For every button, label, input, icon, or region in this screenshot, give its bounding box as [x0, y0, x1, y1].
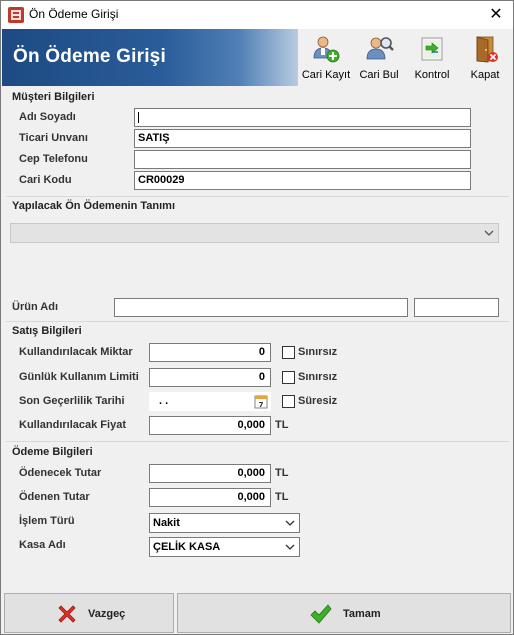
user-add-icon — [311, 34, 341, 64]
tarih-value: . . — [159, 395, 169, 407]
divider — [6, 441, 509, 442]
urun-adi-field[interactable] — [114, 298, 408, 317]
islem-turu-label: İşlem Türü — [19, 515, 75, 527]
chevron-down-icon — [285, 520, 295, 526]
sinirsiz-checkbox[interactable]: Sınırsız — [282, 346, 342, 360]
close-icon[interactable]: ✕ — [479, 1, 513, 29]
ticari-unvani-field[interactable]: SATIŞ — [134, 129, 471, 148]
adi-soyadi-label: Adı Soyadı — [19, 111, 76, 123]
window-title: Ön Ödeme Girişi — [29, 7, 119, 21]
odenen-label: Ödenen Tutar — [19, 491, 90, 503]
checkmark-icon — [310, 604, 332, 624]
fiyat-field[interactable]: 0,000 — [149, 416, 271, 435]
cari-bul-label: Cari Bul — [359, 69, 399, 81]
cari-bul-button[interactable]: Cari Bul — [354, 32, 404, 84]
miktar-label: Kullandırılacak Miktar — [19, 346, 133, 358]
miktar-field[interactable]: 0 — [149, 343, 271, 362]
chevron-down-icon — [484, 230, 494, 236]
kasa-adi-dropdown[interactable]: ÇELİK KASA — [149, 537, 300, 557]
tamam-button[interactable]: Tamam — [177, 593, 511, 633]
cep-telefonu-label: Cep Telefonu — [19, 153, 88, 165]
sinirsiz-label: Sınırsız — [298, 346, 338, 358]
divider — [6, 196, 509, 197]
fiyat-label: Kullandırılacak Fiyat — [19, 419, 126, 431]
musteri-section-title: Müşteri Bilgileri — [12, 91, 95, 103]
cari-kodu-label: Cari Kodu — [19, 174, 72, 186]
kasa-adi-label: Kasa Adı — [19, 539, 66, 551]
sinirsiz-limit-label: Sınırsız — [298, 371, 338, 383]
header-heading-bg: Ön Ödeme Girişi — [2, 29, 298, 86]
page-title: Ön Ödeme Girişi — [13, 46, 166, 67]
cari-kayit-button[interactable]: Cari Kayıt — [300, 32, 352, 84]
kontrol-label: Kontrol — [414, 69, 450, 81]
transfer-icon — [417, 34, 447, 64]
vazgec-label: Vazgeç — [88, 608, 126, 620]
kasa-adi-value: ÇELİK KASA — [153, 541, 221, 553]
cari-kodu-field[interactable]: CR00029 — [134, 171, 471, 190]
title-bar: Ön Ödeme Girişi ✕ — [1, 1, 513, 29]
urun-kodu-field[interactable] — [414, 298, 499, 317]
odenen-unit: TL — [275, 491, 289, 503]
islem-turu-value: Nakit — [153, 517, 180, 529]
checkbox-box — [282, 371, 295, 384]
odenecek-field[interactable]: 0,000 — [149, 464, 271, 483]
cari-kayit-label: Cari Kayıt — [301, 69, 351, 81]
cep-telefonu-field[interactable] — [134, 150, 471, 169]
user-search-icon — [364, 34, 394, 64]
sinirsiz-limit-checkbox[interactable]: Sınırsız — [282, 371, 342, 385]
checkbox-box — [282, 395, 295, 408]
checkbox-box — [282, 346, 295, 359]
tamam-label: Tamam — [343, 608, 381, 620]
pre-payment-window: Ön Ödeme Girişi ✕ Ön Ödeme Girişi Cari K… — [0, 0, 514, 635]
adi-soyadi-field[interactable] — [134, 108, 471, 127]
kapat-button[interactable]: Kapat — [460, 32, 510, 84]
odenecek-label: Ödenecek Tutar — [19, 467, 102, 479]
payment-definition-dropdown[interactable] — [10, 223, 499, 243]
ticari-unvani-label: Ticari Unvanı — [19, 132, 88, 144]
islem-turu-dropdown[interactable]: Nakit — [149, 513, 300, 533]
urun-adi-label: Ürün Adı — [12, 301, 59, 313]
svg-text:7: 7 — [259, 401, 264, 409]
fiyat-unit: TL — [275, 419, 289, 431]
exit-door-icon — [470, 34, 500, 64]
chevron-down-icon — [285, 544, 295, 550]
limit-label: Günlük Kullanım Limiti — [19, 371, 139, 383]
odeme-section-title: Ödeme Bilgileri — [12, 446, 93, 458]
app-icon — [8, 7, 24, 23]
odenecek-unit: TL — [275, 467, 289, 479]
tarih-field[interactable]: . . 7 — [149, 392, 271, 411]
suresiz-label: Süresiz — [298, 395, 338, 407]
limit-field[interactable]: 0 — [149, 368, 271, 387]
suresiz-checkbox[interactable]: Süresiz — [282, 395, 342, 409]
cancel-x-icon — [58, 605, 76, 623]
divider — [6, 321, 509, 322]
calendar-icon[interactable]: 7 — [254, 394, 268, 409]
kontrol-button[interactable]: Kontrol — [406, 32, 458, 84]
header-banner: Ön Ödeme Girişi Cari Kayıt Cari Bul Kont… — [2, 29, 513, 86]
tarih-label: Son Geçerlilik Tarihi — [19, 395, 125, 407]
odenen-field[interactable]: 0,000 — [149, 488, 271, 507]
vazgec-button[interactable]: Vazgeç — [4, 593, 174, 633]
form-area: Müşteri Bilgileri Adı Soyadı Ticari Unva… — [2, 87, 513, 590]
satis-section-title: Satış Bilgileri — [12, 325, 82, 337]
kapat-label: Kapat — [470, 69, 500, 81]
tanim-section-title: Yapılacak Ön Ödemenin Tanımı — [12, 200, 176, 212]
